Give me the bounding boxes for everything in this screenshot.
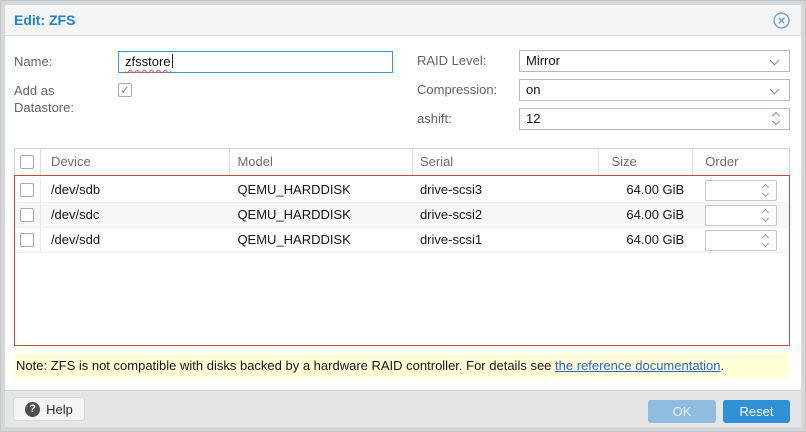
row-checkbox-cell	[15, 203, 41, 227]
name-label: Name:	[14, 51, 52, 73]
question-circle-icon: ?	[25, 402, 40, 417]
dialog-title: Edit: ZFS	[14, 5, 75, 35]
chevron-down-icon[interactable]	[762, 189, 769, 196]
row-checkbox-cell	[15, 228, 41, 252]
column-header-serial[interactable]: Serial	[413, 149, 600, 175]
add-as-datastore-label: Add as Datastore:	[14, 82, 94, 116]
chevron-down-icon[interactable]	[762, 214, 769, 221]
cell-order	[693, 203, 789, 227]
cell-size: 64.00 GiB	[599, 228, 693, 252]
chevron-down-icon	[770, 85, 780, 95]
cell-device: /dev/sdd	[41, 228, 231, 252]
row-checkbox[interactable]	[20, 233, 34, 247]
ashift-spinner[interactable]: 12	[519, 108, 790, 130]
circle-x-icon	[773, 12, 790, 29]
cell-model: QEMU_HARDDISK	[230, 178, 413, 202]
chevron-down-icon[interactable]	[772, 117, 780, 125]
row-checkbox[interactable]	[20, 183, 34, 197]
cell-device: /dev/sdc	[41, 203, 231, 227]
compression-value: on	[526, 82, 540, 97]
ashift-value: 12	[526, 111, 540, 126]
chevron-down-icon	[770, 56, 780, 66]
compression-select[interactable]: on	[519, 79, 790, 101]
cell-size: 64.00 GiB	[599, 203, 693, 227]
note-text: Note: ZFS is not compatible with disks b…	[16, 358, 555, 373]
note-text-suffix: .	[721, 358, 725, 373]
raid-level-value: Mirror	[526, 53, 560, 68]
name-input[interactable]: zfsstore	[118, 51, 393, 73]
cell-model: QEMU_HARDDISK	[230, 228, 413, 252]
ashift-label: ashift:	[417, 108, 452, 130]
help-button-label: Help	[46, 402, 73, 417]
chevron-down-icon[interactable]	[762, 239, 769, 246]
ok-button[interactable]: OK	[648, 400, 716, 423]
cell-model: QEMU_HARDDISK	[230, 203, 413, 227]
raid-level-select[interactable]: Mirror	[519, 50, 790, 72]
row-checkbox-cell	[15, 178, 41, 202]
raid-level-label: RAID Level:	[417, 50, 486, 72]
column-header-model[interactable]: Model	[230, 149, 413, 175]
order-spinner[interactable]	[705, 230, 777, 251]
dialog-footer: ? Help OK Reset	[5, 390, 801, 427]
cell-order	[693, 228, 789, 252]
row-checkbox[interactable]	[20, 208, 34, 222]
cell-serial: drive-scsi3	[413, 178, 600, 202]
select-all-checkbox-cell	[15, 149, 41, 175]
add-as-datastore-checkbox[interactable]	[118, 83, 132, 97]
reference-documentation-link[interactable]: the reference documentation	[555, 358, 721, 373]
zfs-note-banner: Note: ZFS is not compatible with disks b…	[14, 353, 790, 378]
disk-table-body: /dev/sdb QEMU_HARDDISK drive-scsi3 64.00…	[14, 175, 790, 346]
cell-serial: drive-scsi1	[413, 228, 600, 252]
table-row[interactable]: /dev/sdd QEMU_HARDDISK drive-scsi1 64.00…	[15, 228, 789, 253]
select-all-checkbox[interactable]	[20, 155, 34, 169]
name-input-value: zfsstore	[125, 54, 171, 69]
text-caret	[172, 54, 173, 68]
column-header-size[interactable]: Size	[599, 149, 693, 175]
help-button[interactable]: ? Help	[13, 397, 85, 421]
column-header-order[interactable]: Order	[693, 149, 789, 175]
cell-size: 64.00 GiB	[599, 178, 693, 202]
table-row[interactable]: /dev/sdc QEMU_HARDDISK drive-scsi2 64.00…	[15, 203, 789, 228]
disk-table-header: Device Model Serial Size Order	[14, 148, 790, 175]
column-header-device[interactable]: Device	[41, 149, 231, 175]
reset-button[interactable]: Reset	[723, 400, 790, 423]
zfs-edit-dialog: Edit: ZFS Name: zfsstore Add as Datastor…	[0, 0, 806, 432]
dialog-titlebar[interactable]: Edit: ZFS	[5, 5, 801, 36]
dialog-window: Edit: ZFS Name: zfsstore Add as Datastor…	[5, 5, 801, 427]
cell-serial: drive-scsi2	[413, 203, 600, 227]
cell-order	[693, 178, 789, 202]
order-spinner[interactable]	[705, 205, 777, 226]
table-row[interactable]: /dev/sdb QEMU_HARDDISK drive-scsi3 64.00…	[15, 178, 789, 203]
cell-device: /dev/sdb	[41, 178, 231, 202]
close-button[interactable]	[773, 12, 790, 29]
order-spinner[interactable]	[705, 180, 777, 201]
compression-label: Compression:	[417, 79, 497, 101]
